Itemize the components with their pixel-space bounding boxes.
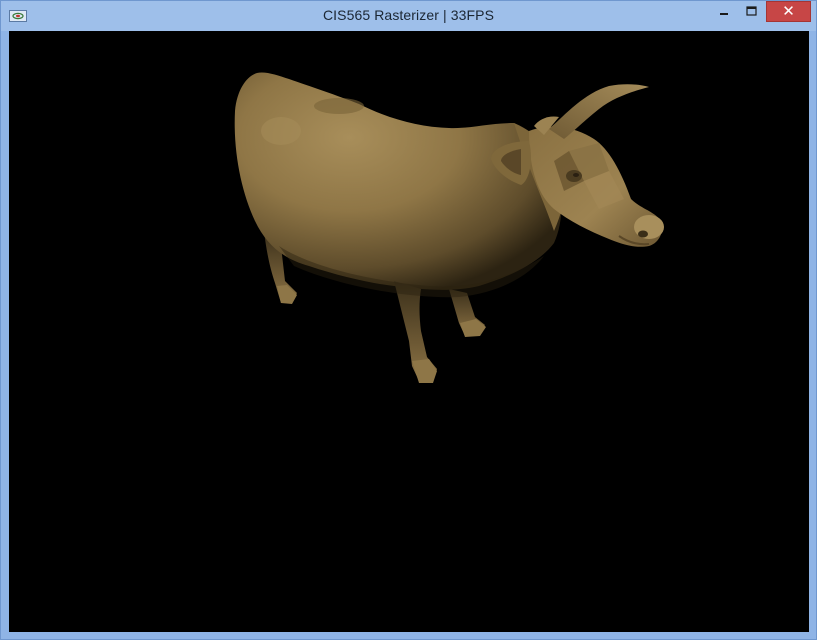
render-viewport[interactable]	[9, 31, 809, 632]
close-icon: ✕	[782, 2, 795, 20]
maximize-button[interactable]	[739, 1, 765, 23]
window-title: CIS565 Rasterizer | 33FPS	[322, 7, 495, 23]
close-button[interactable]: ✕	[766, 1, 811, 22]
minimize-icon	[720, 13, 728, 15]
rendered-cow-model	[234, 72, 664, 383]
maximize-icon	[746, 6, 757, 16]
app-window: CIS565 Rasterizer | 33FPS ✕	[0, 0, 817, 640]
minimize-button[interactable]	[711, 1, 739, 23]
title-bar[interactable]: CIS565 Rasterizer | 33FPS ✕	[1, 1, 816, 31]
